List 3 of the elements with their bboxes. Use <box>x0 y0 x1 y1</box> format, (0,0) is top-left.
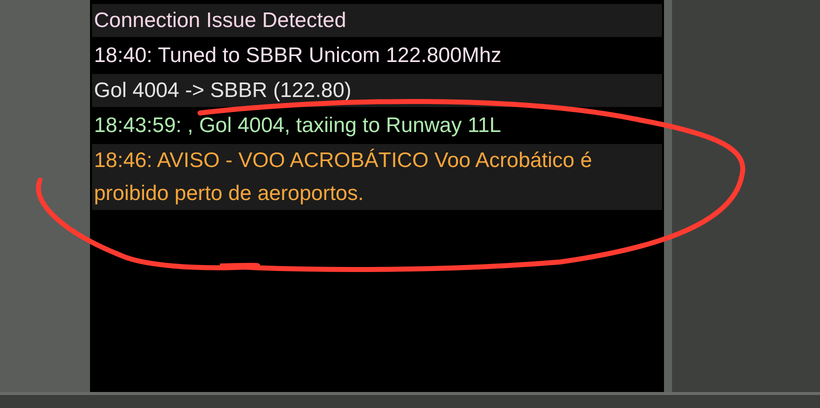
chat-message: Connection Issue Detected <box>92 4 662 37</box>
chat-message: 18:46: AVISO - VOO ACROBÁTICO Voo Acrobático é proibido perto de aeroportos. <box>92 144 662 210</box>
chat-message: Gol 4004 -> SBBR (122.80) <box>92 74 662 107</box>
